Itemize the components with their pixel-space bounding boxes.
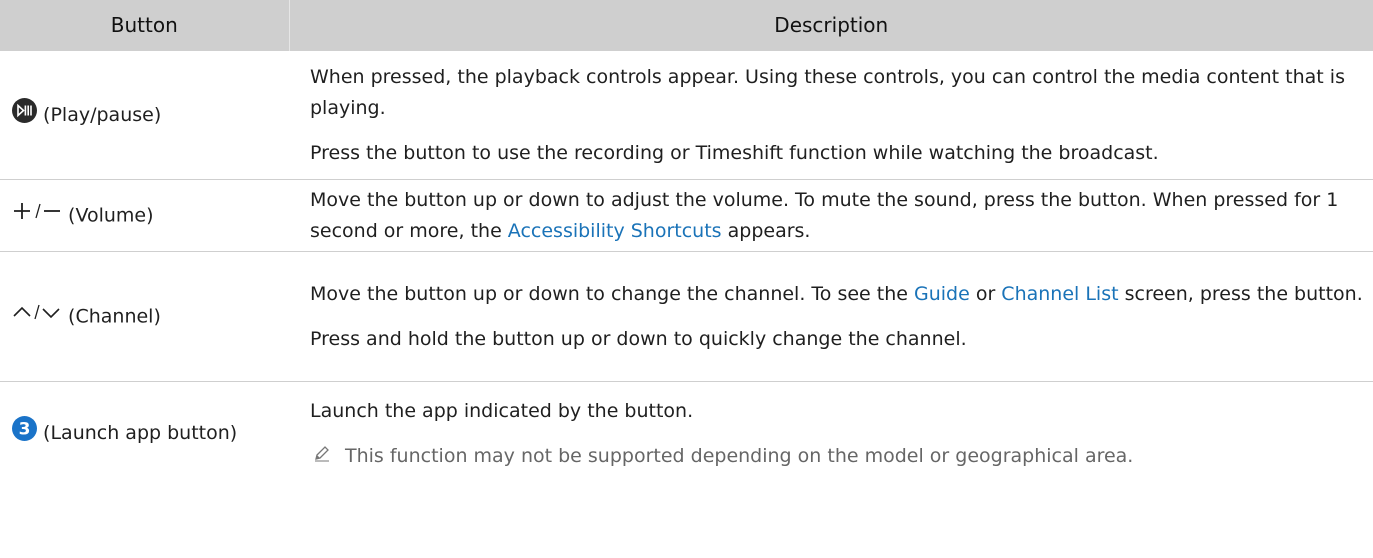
description-text: Move the button up or down to adjust the… (310, 185, 1363, 247)
play-pause-icon (12, 97, 37, 133)
table-row: (Channel) Move the button up or down to … (0, 251, 1373, 382)
description-cell: Move the button up or down to adjust the… (289, 179, 1373, 252)
description-segment: Move the button up or down to change the… (310, 282, 914, 305)
table-row: 3 (Launch app button) Launch the app ind… (0, 381, 1373, 485)
header-description: Description (288, 0, 1373, 51)
accessibility-shortcuts-link[interactable]: Accessibility Shortcuts (508, 220, 722, 242)
button-label: (Volume) (68, 204, 154, 226)
button-label: (Channel) (68, 305, 161, 327)
table-header-row: Button Description (0, 0, 1373, 51)
number-3-icon-text: 3 (19, 420, 31, 440)
description-segment: Move the button up or down to adjust the… (310, 188, 1339, 242)
description-cell: Launch the app indicated by the button. … (289, 381, 1373, 485)
table-row: (Play/pause) When pressed, the playback … (0, 50, 1373, 180)
button-cell: (Play/pause) (0, 50, 289, 180)
button-label: (Play/pause) (43, 103, 162, 126)
plus-minus-icon (12, 200, 62, 232)
button-description-table: Button Description (Play/pause) When pre… (0, 0, 1373, 485)
chevron-up-down-icon (12, 301, 62, 333)
description-text: Press the button to use the recording or… (310, 141, 1159, 164)
header-button: Button (0, 0, 289, 51)
button-cell: 3 (Launch app button) (0, 381, 289, 485)
button-cell: (Volume) (0, 179, 289, 252)
description-segment: appears. (721, 219, 811, 242)
channel-list-link[interactable]: Channel List (1001, 283, 1118, 305)
description-segment: screen, press the button. (1118, 282, 1363, 305)
description-text: Press and hold the button up or down to … (310, 327, 967, 350)
description-text: Launch the app indicated by the button. (310, 399, 694, 422)
description-text: Move the button up or down to change the… (310, 279, 1363, 310)
description-cell: When pressed, the playback controls appe… (289, 50, 1373, 180)
description-segment: or (969, 282, 1002, 305)
guide-link[interactable]: Guide (914, 283, 970, 305)
description-text: When pressed, the playback controls appe… (310, 65, 1345, 119)
note: This function may not be supported depen… (310, 441, 1363, 472)
table-row: (Volume) Move the button up or down to a… (0, 179, 1373, 252)
button-label: (Launch app button) (43, 422, 238, 444)
number-3-icon: 3 (12, 416, 37, 451)
description-cell: Move the button up or down to change the… (289, 251, 1373, 382)
note-text: This function may not be supported depen… (345, 444, 1134, 467)
pencil-icon (313, 441, 331, 472)
button-cell: (Channel) (0, 251, 289, 382)
